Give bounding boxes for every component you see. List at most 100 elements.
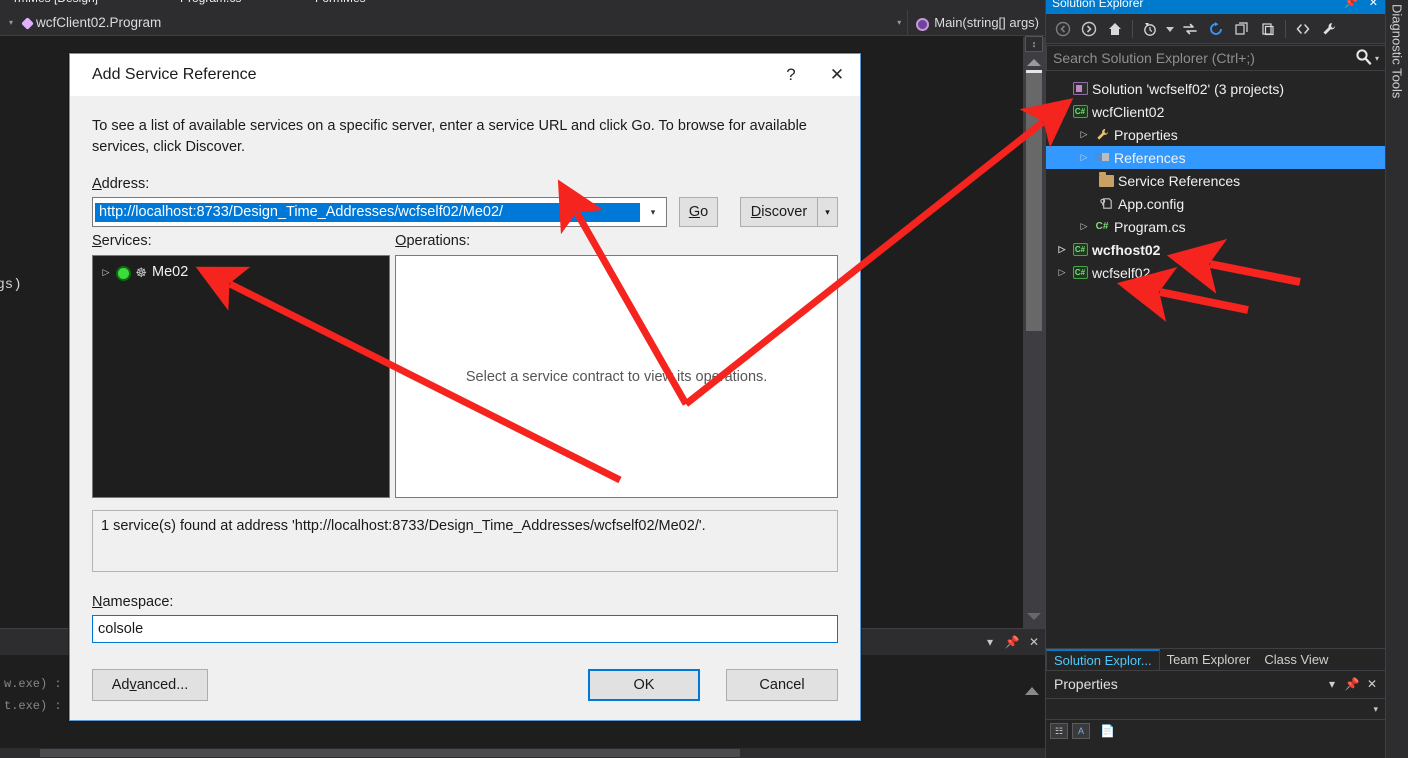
tree-expander-icon[interactable]: ▷	[1076, 152, 1092, 163]
pin-icon[interactable]: 📌	[1001, 629, 1023, 655]
search-options-caret-icon[interactable]: ▾	[1375, 54, 1379, 63]
tree-item-service-references[interactable]: Service References	[1046, 169, 1386, 192]
cancel-button[interactable]: Cancel	[726, 669, 838, 701]
help-icon[interactable]: ?	[768, 54, 814, 96]
address-input-value[interactable]: http://localhost:8733/Design_Time_Addres…	[95, 202, 640, 222]
property-pages-icon[interactable]: 📄	[1100, 724, 1115, 738]
services-list[interactable]: ▷ ☸ Me02	[92, 255, 391, 498]
chevron-down-icon[interactable]: ▾	[979, 629, 1001, 655]
folder-icon	[1096, 171, 1116, 187]
tree-item-references[interactable]: ▷ References	[1046, 146, 1386, 169]
tree-item-program-cs[interactable]: ▷ C# Program.cs	[1046, 215, 1386, 238]
editor-tab-0[interactable]: rmMes [Design]	[14, 0, 98, 5]
properties-panel: Properties ▾ 📌 ✕ ▾ ☷ A 📄	[1046, 670, 1386, 758]
ok-button[interactable]: OK	[588, 669, 700, 701]
scrollbar-thumb[interactable]	[1026, 73, 1042, 331]
editor-tab-1[interactable]: Program.cs	[180, 0, 241, 5]
categorized-icon[interactable]: ☷	[1050, 723, 1068, 739]
pending-changes-caret-icon[interactable]	[1163, 16, 1177, 42]
search-solution-explorer-input[interactable]: Search Solution Explorer (Ctrl+;) ▾	[1046, 45, 1386, 71]
method-icon	[914, 16, 930, 31]
pending-changes-icon[interactable]	[1137, 16, 1163, 42]
properties-toolbar: ▾	[1046, 698, 1386, 720]
tree-item-properties[interactable]: ▷ Properties	[1046, 123, 1386, 146]
endpoint-globe-icon: ☸	[135, 265, 147, 280]
namespace-input[interactable]: colsole	[92, 615, 838, 643]
address-combobox[interactable]: http://localhost:8733/Design_Time_Addres…	[92, 197, 667, 227]
editor-tabstrip[interactable]: rmMes [Design] Program.cs FormMes	[0, 0, 1045, 10]
tab-solution-explorer[interactable]: Solution Explor...	[1046, 649, 1160, 670]
tree-expander-icon[interactable]: ▷	[1054, 244, 1070, 255]
forward-icon[interactable]	[1076, 16, 1102, 42]
go-button[interactable]: Go	[679, 197, 718, 227]
properties-title: Properties	[1054, 676, 1118, 692]
refresh-icon[interactable]	[1203, 16, 1229, 42]
tree-item-label: Service References	[1118, 172, 1241, 189]
operations-column: Operations: Select a service contract to…	[395, 233, 838, 498]
close-icon[interactable]: ✕	[814, 54, 860, 96]
editor-vertical-scrollbar[interactable]: ↕	[1023, 36, 1045, 628]
namespace-label: Namespace:	[92, 594, 174, 610]
csharp-project-icon: C#	[1070, 105, 1090, 118]
toolbar-separator	[1132, 19, 1133, 38]
close-icon[interactable]: ✕	[1023, 629, 1045, 655]
tree-expander-expanded-icon[interactable]: ◢	[1054, 106, 1070, 117]
back-icon[interactable]	[1050, 16, 1076, 42]
dialog-button-row: Ad v anced... OK Cancel	[92, 669, 838, 701]
chevron-down-icon[interactable]: ▾	[640, 198, 666, 226]
show-all-files-icon[interactable]	[1255, 16, 1281, 42]
close-icon[interactable]: ✕	[1369, 0, 1378, 9]
navbar-left-caret-icon[interactable]: ▾	[0, 10, 22, 36]
pin-icon[interactable]: 📌	[1344, 0, 1358, 9]
close-icon[interactable]: ✕	[1362, 677, 1382, 691]
status-message: 1 service(s) found at address 'http://lo…	[101, 518, 706, 534]
navbar-class-dropdown[interactable]: wcfClient02.Program	[36, 15, 161, 30]
scroll-up-arrow[interactable]	[1027, 59, 1041, 66]
discover-caret-icon[interactable]: ▾	[818, 197, 838, 227]
discover-button-accel: D	[750, 204, 762, 220]
navbar-member-dropdown[interactable]: Main(string[] args)	[908, 10, 1045, 36]
chevron-down-icon[interactable]: ▾	[1322, 677, 1342, 691]
advanced-button-accel: v	[129, 677, 137, 693]
diagnostic-tools-strip[interactable]: Diagnostic Tools	[1385, 0, 1408, 758]
tree-item-wcfclient02[interactable]: ◢ C# wcfClient02	[1046, 100, 1386, 123]
config-file-icon	[1096, 196, 1116, 211]
operations-list[interactable]: Select a service contract to view its op…	[395, 255, 838, 498]
editor-tab-2[interactable]: FormMes	[315, 0, 366, 5]
view-code-icon[interactable]	[1290, 16, 1316, 42]
operations-placeholder: Select a service contract to view its op…	[465, 368, 768, 385]
split-view-icon[interactable]: ↕	[1025, 36, 1043, 52]
pin-icon[interactable]: 📌	[1342, 677, 1362, 691]
tree-item-wcfhost02[interactable]: ▷ C# wcfhost02	[1046, 238, 1386, 261]
search-icon[interactable]	[1355, 48, 1372, 68]
alphabetical-icon[interactable]: A	[1072, 723, 1090, 739]
tree-item-label: Program.cs	[1114, 218, 1186, 235]
tree-item-wcfself02[interactable]: ▷ C# wcfself02	[1046, 261, 1386, 284]
output-scroll-up-arrow[interactable]	[1025, 687, 1039, 695]
tree-expander-icon[interactable]: ▷	[1076, 221, 1092, 232]
navbar-class-caret-icon[interactable]: ▾	[897, 18, 901, 27]
service-list-item[interactable]: ▷ ☸ Me02	[97, 262, 385, 282]
output-horizontal-scrollbar[interactable]	[0, 748, 1045, 758]
advanced-button[interactable]: Ad v anced...	[92, 669, 208, 701]
discover-split-button[interactable]: Discover ▾	[740, 197, 838, 227]
tab-class-view[interactable]: Class View	[1257, 649, 1335, 670]
solution-tree[interactable]: Solution 'wcfself02' (3 projects) ◢ C# w…	[1046, 73, 1386, 648]
tree-item-app-config[interactable]: App.config	[1046, 192, 1386, 215]
dialog-title: Add Service Reference	[92, 66, 257, 83]
tree-expander-icon[interactable]: ▷	[1054, 267, 1070, 278]
home-icon[interactable]	[1102, 16, 1128, 42]
tab-team-explorer[interactable]: Team Explorer	[1160, 649, 1258, 670]
properties-wrench-icon[interactable]	[1316, 16, 1342, 42]
address-label-accel: A	[92, 176, 102, 192]
tree-item-solution[interactable]: Solution 'wcfself02' (3 projects)	[1046, 77, 1386, 100]
discover-button[interactable]: Discover	[740, 197, 818, 227]
scroll-down-arrow[interactable]	[1027, 613, 1041, 620]
tree-item-label: wcfhost02	[1092, 241, 1161, 258]
sync-with-active-document-icon[interactable]	[1177, 16, 1203, 42]
output-scrollbar-thumb[interactable]	[40, 749, 740, 757]
tree-expander-icon[interactable]: ▷	[1076, 129, 1092, 140]
tree-expander-icon[interactable]: ▷	[97, 267, 115, 278]
collapse-all-icon[interactable]	[1229, 16, 1255, 42]
properties-caret-icon[interactable]: ▾	[1373, 704, 1378, 715]
